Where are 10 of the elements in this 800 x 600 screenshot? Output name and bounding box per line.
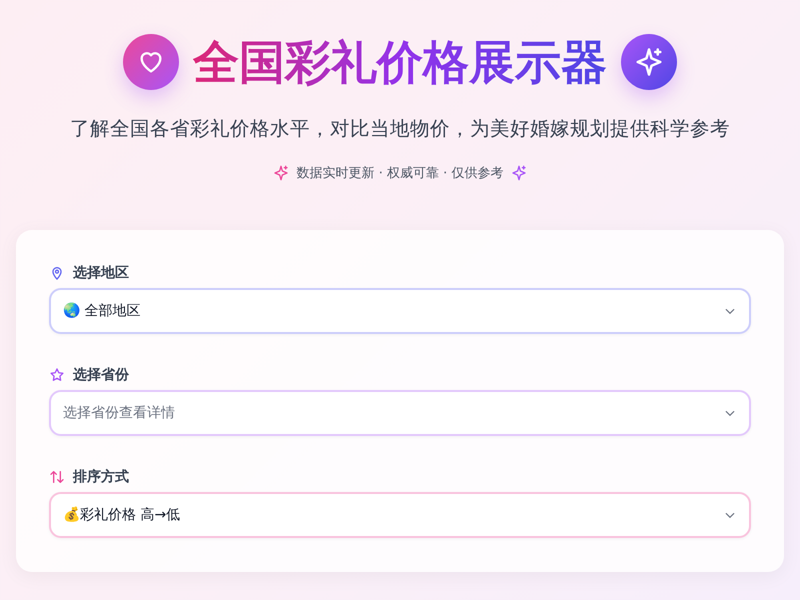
dropdown-select[interactable]: 🌏 全部地区	[49, 288, 751, 334]
subtitle: 了解全国各省彩礼价格水平，对比当地物价，为美好婚嫁规划提供科学参考	[70, 116, 730, 142]
field-label: 选择省份	[73, 366, 129, 384]
tagline-text: 数据实时更新 · 权威可靠 · 仅供参考	[296, 165, 504, 182]
sparkle-icon	[272, 165, 289, 181]
sparkle-icon	[511, 165, 528, 181]
field-label: 选择地区	[73, 264, 129, 282]
dropdown-select[interactable]: 选择省份查看详情	[49, 390, 751, 436]
dropdown-select[interactable]: 💰彩礼价格 高→低	[49, 492, 751, 538]
field-label: 排序方式	[73, 468, 129, 486]
